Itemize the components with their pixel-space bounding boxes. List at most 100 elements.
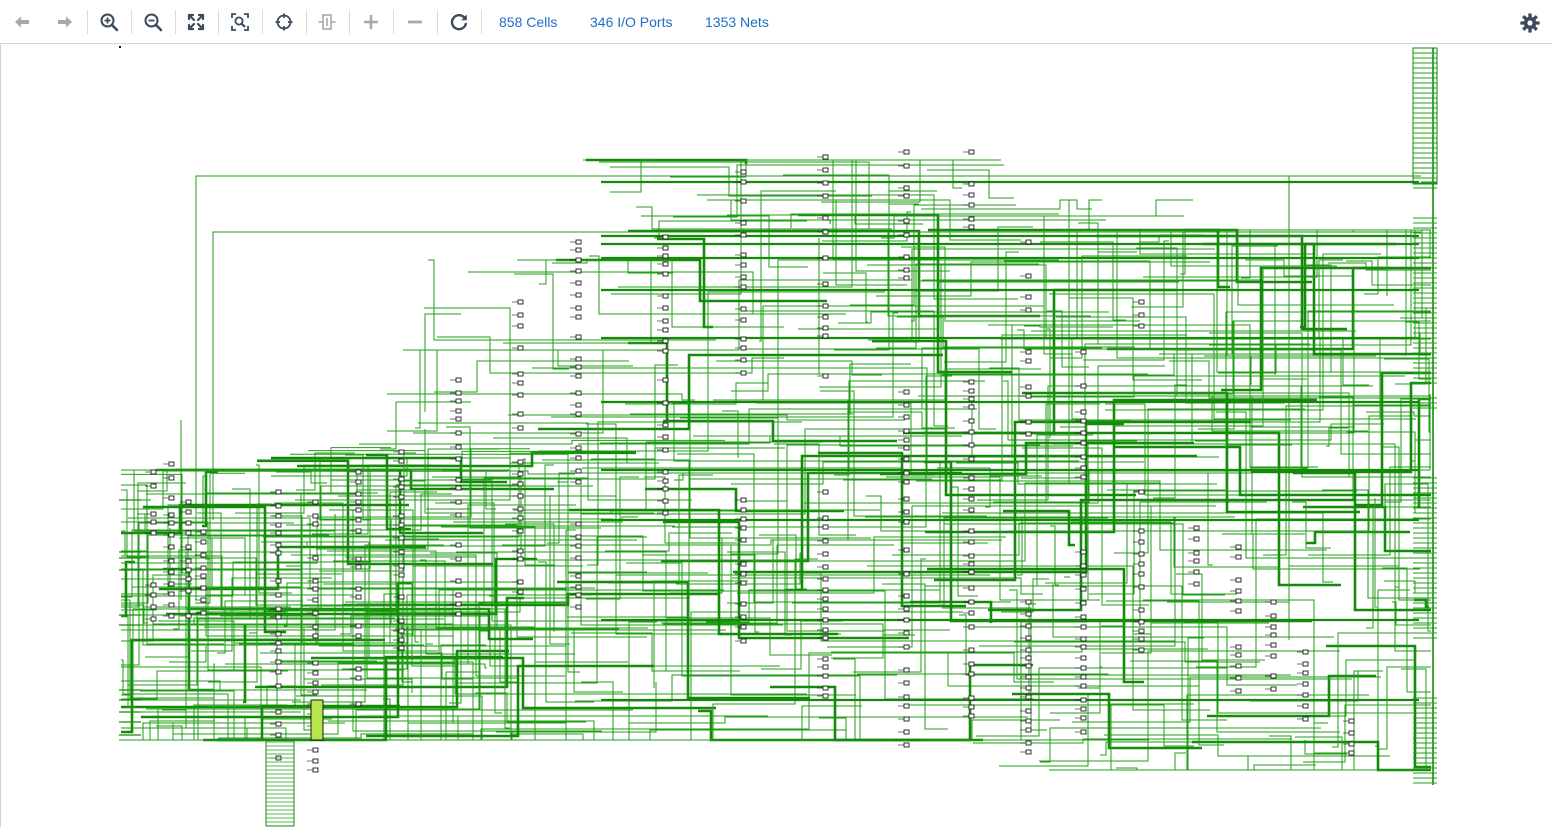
cell-symbol [398,513,405,519]
cell-symbol [1080,465,1087,471]
zoom-fit-button[interactable] [181,7,211,37]
cell-symbol [1080,440,1087,446]
cell-symbol [1235,608,1242,614]
cell-symbol [517,411,524,417]
net-wire [1050,525,1059,586]
net-wire [774,443,856,536]
cell-symbol [822,606,829,612]
cell-symbol [200,539,207,545]
zoom-in-button[interactable] [94,7,124,37]
cell-symbol [968,404,975,410]
forward-button[interactable] [50,7,80,37]
cell-symbol [455,444,462,450]
cell-symbol [275,659,282,665]
net-wire [176,468,483,535]
cell-symbol [168,591,175,597]
remove-button[interactable] [400,7,430,37]
cell-symbol [1025,294,1032,300]
cell-symbol [740,262,747,268]
net-wire [829,220,831,224]
expand-button[interactable] [356,7,386,37]
cell-symbol [1270,673,1277,679]
cell-symbol [455,377,462,383]
net-wire [944,251,1019,363]
cell-symbol [740,169,747,175]
cell-symbol [185,558,192,564]
cell-symbol [455,416,462,422]
net-wire [1127,259,1343,339]
cell-symbol [312,555,319,561]
net-wire [922,279,1307,380]
cell-symbol [1080,665,1087,671]
back-button[interactable] [7,7,37,37]
net-wire [1374,498,1377,608]
cell-symbol [903,149,910,155]
cells-count-link[interactable]: 858 Cells [499,14,557,30]
cell-symbol [1138,551,1145,557]
cell-symbol [968,585,975,591]
net-wire [731,373,1060,392]
cell-symbol [903,428,910,434]
cell-symbol [355,633,362,639]
cell-symbol [822,180,829,186]
cell-symbol [398,628,405,634]
cell-symbol [1270,599,1277,605]
zoom-in-icon [100,13,119,32]
cell-symbol [968,507,975,513]
net-wire [697,194,1018,300]
cell-symbol [355,491,362,497]
cell-symbol [275,542,282,548]
cell-symbol [903,606,910,612]
cell-symbol [312,586,319,592]
cell-symbol [355,564,362,570]
net-wire [282,642,296,706]
cell-symbol [968,388,975,394]
cell-symbol [740,198,747,204]
collapse-button[interactable] [312,7,342,37]
netlist-schematic[interactable] [1,44,1552,827]
schematic-window: 858 Cells 346 I/O Ports 1353 Nets [0,0,1552,827]
cell-symbol [575,280,582,286]
settings-button[interactable] [1518,11,1542,35]
gear-icon [1520,13,1540,33]
cell-symbol [150,530,157,536]
cell-symbol [1080,349,1087,355]
cell-symbol [1270,686,1277,692]
cell-symbol [662,271,669,277]
cell-symbol [1080,563,1087,569]
net-wire [1059,703,1194,771]
cell-symbol [150,616,157,622]
cell-symbol [455,430,462,436]
regenerate-button[interactable] [444,7,474,37]
cell-symbol [903,496,910,502]
zoom-selection-button[interactable] [225,7,255,37]
marker-dot [119,46,121,48]
cell-symbol [1193,525,1200,531]
cell-symbol [1025,419,1032,425]
cell-symbol [968,418,975,424]
autofit-selection-button[interactable] [269,7,299,37]
cell-symbol [455,499,462,505]
io-ports-count-link[interactable]: 346 I/O Ports [590,14,672,30]
cell-symbol [1080,674,1087,680]
schematic-canvas[interactable] [0,44,1552,827]
net-wire [1176,573,1265,661]
cell-symbol [398,458,405,464]
cell-symbol [1080,418,1087,424]
nets-count-link[interactable]: 1353 Nets [705,14,769,30]
net-wire [121,722,291,741]
zoom-out-button[interactable] [138,7,168,37]
cell-symbol [275,530,282,536]
cell-symbol [1302,681,1309,687]
cell-symbol [822,489,829,495]
cell-symbol [275,592,282,598]
cell-symbol [903,729,910,735]
cell-symbol [1270,624,1277,630]
cell-symbol [1138,528,1145,534]
cell-symbol [968,713,975,719]
cell-symbol [662,327,669,333]
cell-symbol [822,314,829,320]
cell-symbol [968,216,975,222]
cell-symbol [455,398,462,404]
cell-symbol [968,379,975,385]
